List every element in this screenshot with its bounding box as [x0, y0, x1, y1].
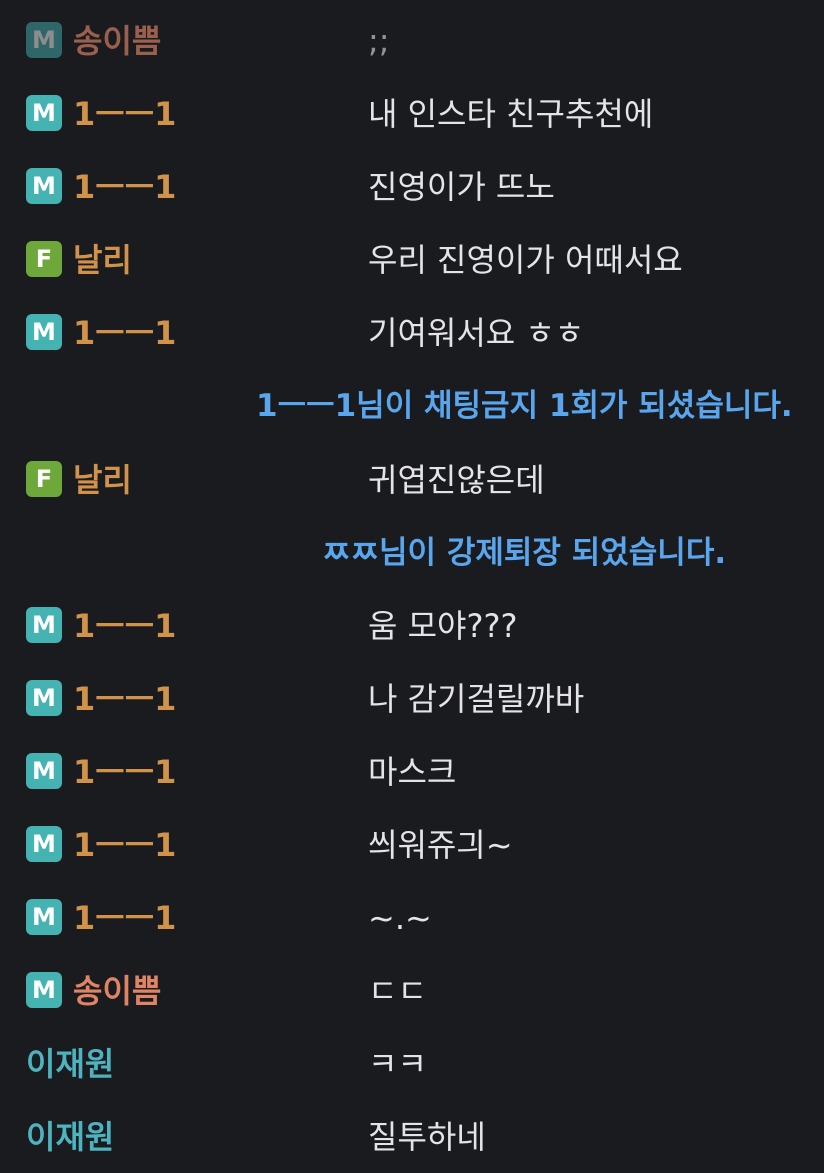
message-text: 내 인스타 친구추천에: [368, 95, 654, 134]
chat-message: M 1ㅡㅡ1 내 인스타 친구추천에: [0, 77, 824, 150]
username[interactable]: 1ㅡㅡ1: [73, 679, 176, 719]
username[interactable]: 이재원: [26, 1044, 114, 1084]
chat-message: M 1ㅡㅡ1 ~.~: [0, 881, 824, 954]
username[interactable]: 1ㅡㅡ1: [73, 167, 176, 207]
message-text: 진영이가 뜨노: [368, 168, 555, 207]
message-text: 나 감기걸릴까바: [368, 679, 585, 718]
male-badge-icon: M: [26, 22, 62, 58]
system-notice-text: 1ㅡㅡ1님이 채팅금지 1회가 되셨습니다.: [256, 388, 793, 425]
male-badge-icon: M: [26, 972, 62, 1009]
username[interactable]: 송이쁨: [73, 21, 161, 61]
male-badge-icon: M: [26, 679, 62, 716]
message-text: ~.~: [368, 899, 432, 938]
chat-message: M 1ㅡㅡ1 움 모야???: [0, 589, 824, 662]
chat-message: 이재원 질투하네: [0, 1100, 824, 1173]
message-text: 귀엽진않은데: [368, 460, 545, 499]
male-badge-icon: M: [26, 826, 62, 863]
message-text: 우리 진영이가 어때서요: [368, 241, 683, 280]
username[interactable]: 1ㅡㅡ1: [73, 313, 176, 353]
message-text: ㅋㅋ: [368, 1045, 427, 1084]
username[interactable]: 송이쁨: [73, 971, 161, 1011]
chat-message: M 1ㅡㅡ1 씌워쥬긔~: [0, 808, 824, 881]
username[interactable]: 1ㅡㅡ1: [73, 825, 176, 865]
chat-message: M 1ㅡㅡ1 기여워서요 ㅎㅎ: [0, 296, 824, 369]
male-badge-icon: M: [26, 168, 62, 205]
message-text: 마스크: [368, 752, 457, 791]
message-text: 씌워쥬긔~: [368, 826, 513, 865]
system-notice-text: ㅉㅉ님이 강제퇴장 되었습니다.: [322, 534, 727, 571]
username[interactable]: 1ㅡㅡ1: [73, 94, 176, 134]
chat-message: M 송이쁨;;: [0, 4, 824, 77]
username[interactable]: 1ㅡㅡ1: [73, 898, 176, 938]
system-notice: ㅉㅉ님이 강제퇴장 되었습니다.: [0, 516, 824, 589]
message-text: ㄷㄷ: [368, 972, 427, 1011]
message-text: 움 모야???: [368, 606, 518, 645]
chat-message: M 1ㅡㅡ1 나 감기걸릴까바: [0, 662, 824, 735]
username[interactable]: 1ㅡㅡ1: [73, 752, 176, 792]
chat-message: M 1ㅡㅡ1 마스크: [0, 735, 824, 808]
female-badge-icon: F: [26, 241, 62, 278]
message-text: 질투하네: [368, 1118, 486, 1157]
chat-message: M 1ㅡㅡ1 진영이가 뜨노: [0, 150, 824, 223]
message-text: 기여워서요 ㅎㅎ: [368, 314, 585, 353]
male-badge-icon: M: [26, 899, 62, 936]
username[interactable]: 이재원: [26, 1117, 114, 1157]
female-badge-icon: F: [26, 460, 62, 497]
chat-message: F 날리 귀엽진않은데: [0, 443, 824, 516]
message-text: ;;: [368, 22, 390, 60]
system-notice: 1ㅡㅡ1님이 채팅금지 1회가 되셨습니다.: [0, 369, 824, 442]
male-badge-icon: M: [26, 606, 62, 643]
username[interactable]: 날리: [73, 240, 132, 280]
chat-log[interactable]: M 송이쁨;; M 1ㅡㅡ1 내 인스타 친구추천에 M 1ㅡㅡ1 진영이가 뜨노 F 날리 우리 …: [0, 4, 824, 1173]
chat-message: F 날리 우리 진영이가 어때서요: [0, 223, 824, 296]
male-badge-icon: M: [26, 752, 62, 789]
username[interactable]: 날리: [73, 460, 132, 500]
chat-message: 이재원 ㅋㅋ: [0, 1027, 824, 1100]
chat-message: M 송이쁨 ㄷㄷ: [0, 954, 824, 1027]
username[interactable]: 1ㅡㅡ1: [73, 606, 176, 646]
male-badge-icon: M: [26, 95, 62, 132]
male-badge-icon: M: [26, 314, 62, 351]
